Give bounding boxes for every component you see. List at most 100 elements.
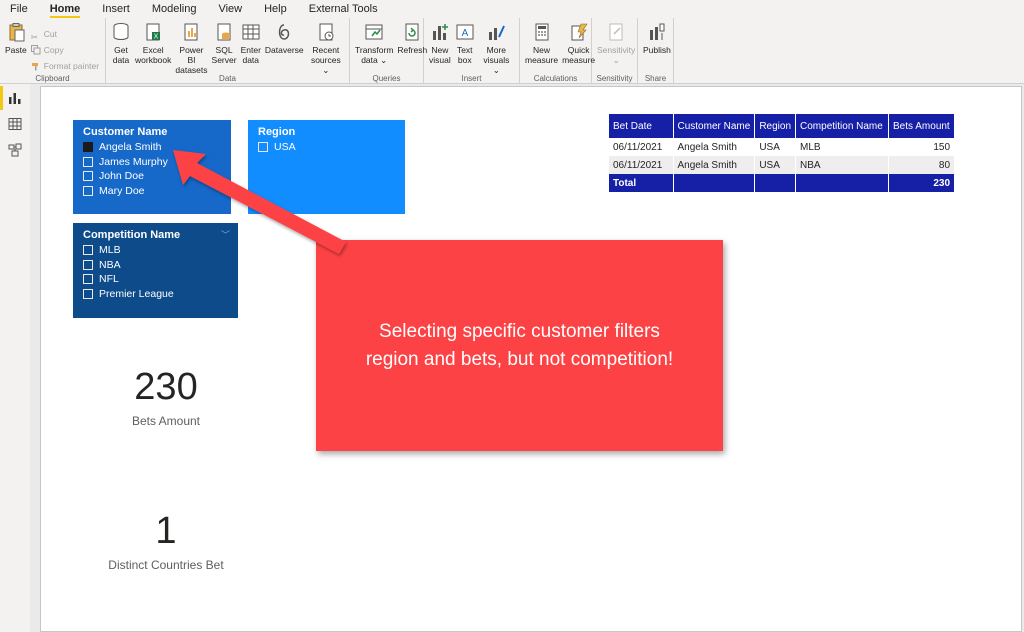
excel-label-2: workbook — [135, 55, 172, 65]
table-cell: NBA — [795, 156, 890, 174]
refresh-label: Refresh — [397, 45, 428, 55]
format-painter-button[interactable]: Format painter — [31, 58, 99, 74]
menu-external-tools[interactable]: External Tools — [309, 0, 378, 18]
column-header[interactable]: Bet Date — [609, 114, 674, 138]
data-view-button[interactable] — [0, 112, 30, 136]
calculator-icon — [535, 23, 549, 41]
column-header[interactable]: Competition Name — [795, 114, 890, 138]
enter-data-label-1: Enter — [240, 45, 261, 55]
view-rail — [0, 84, 30, 632]
menu-view[interactable]: View — [218, 0, 242, 18]
excel-label-1: Excel — [142, 45, 164, 55]
get-data-label-2: data — [112, 55, 130, 65]
checkbox[interactable] — [83, 156, 93, 167]
slicer-title: Competition Name — [83, 229, 181, 241]
model-view-button[interactable] — [0, 138, 30, 162]
slicer-item-premier-league[interactable]: Premier League — [83, 287, 228, 302]
model-view-icon — [8, 143, 22, 157]
more-visuals-label-2: visuals — [483, 55, 510, 65]
checkbox[interactable] — [83, 259, 93, 270]
customer-name-slicer[interactable]: Customer Name Angela Smith James Murphy … — [73, 120, 231, 214]
slicer-item-john-doe[interactable]: John Doe — [83, 169, 221, 184]
slicer-item-usa[interactable]: USA — [258, 140, 395, 155]
total-value: 230 — [888, 174, 956, 192]
slicer-item-james-murphy[interactable]: James Murphy — [83, 155, 221, 170]
bets-table[interactable]: Bet Date Customer Name Region Competitio… — [609, 114, 956, 192]
checkbox[interactable] — [83, 171, 93, 182]
sql-server-icon — [217, 23, 231, 41]
column-header[interactable]: Bets Amount — [888, 114, 956, 138]
region-slicer[interactable]: Region USA — [248, 120, 405, 214]
report-view-icon — [9, 93, 21, 104]
transform-label-2-wrap: data ⌄ — [361, 55, 387, 65]
competition-name-slicer[interactable]: Competition Name ﹀ MLB NBA NFL Premier L… — [73, 223, 238, 318]
calculations-group: New measure Quick measure Calculations — [520, 18, 596, 84]
clipboard-group-label: Clipboard — [35, 74, 70, 83]
slicer-item-label: NFL — [99, 273, 119, 286]
slicer-item-nba[interactable]: NBA — [83, 258, 228, 273]
quick-measure-label-1: Quick — [567, 45, 590, 55]
bets-amount-card-label: Bets Amount — [131, 414, 201, 428]
copy-button[interactable]: Copy — [30, 42, 99, 58]
new-visual-label-2: visual — [429, 55, 451, 65]
text-box-label-1: Text — [456, 45, 473, 55]
menu-help[interactable]: Help — [264, 0, 287, 18]
table-total-row: Total 230 — [609, 174, 956, 192]
checkbox[interactable] — [83, 245, 93, 256]
menu-modeling[interactable]: Modeling — [152, 0, 197, 18]
distinct-countries-card-value: 1 — [155, 510, 177, 552]
menu-home[interactable]: Home — [49, 0, 80, 18]
checkbox[interactable] — [258, 142, 268, 153]
format-painter-icon — [31, 63, 38, 71]
column-header[interactable]: Region — [754, 114, 797, 138]
checkbox[interactable] — [83, 274, 93, 285]
slicer-item-mlb[interactable]: MLB — [83, 243, 228, 258]
cut-label: Cut — [43, 29, 57, 39]
publish-label: Publish — [643, 45, 671, 55]
recent-label-2-wrap: sources ⌄ — [308, 55, 344, 75]
insert-group-label: Insert — [461, 74, 482, 83]
dataverse-label: Dataverse — [264, 45, 304, 55]
menu-insert[interactable]: Insert — [102, 0, 130, 18]
quick-measure-label-2: measure — [562, 55, 596, 65]
table-grid-icon — [242, 24, 260, 40]
format-painter-label: Format painter — [43, 61, 100, 71]
column-header[interactable]: Customer Name — [673, 114, 756, 138]
menu-file[interactable]: File — [10, 0, 28, 18]
sensitivity-group: Sensitivity ⌄ Sensitivity — [592, 18, 638, 84]
paste-icon — [9, 23, 25, 42]
slicer-title: Customer Name — [83, 126, 168, 138]
slicer-item-label: James Murphy — [99, 155, 168, 168]
chevron-down-icon: ⌄ — [612, 55, 620, 65]
table-cell — [795, 174, 890, 192]
table-cell: 06/11/2021 — [609, 138, 674, 156]
text-box-label-2: box — [457, 55, 472, 65]
cut-button[interactable]: ✂ Cut — [31, 26, 99, 42]
slicer-item-label: John Doe — [99, 170, 144, 183]
slicer-item-angela-smith[interactable]: Angela Smith — [83, 140, 221, 155]
report-view-button[interactable] — [0, 86, 30, 110]
annotation-callout: Selecting specific customer filters regi… — [316, 240, 723, 451]
excel-icon: X — [146, 23, 161, 41]
checkbox[interactable] — [83, 185, 93, 196]
share-group-label: Share — [644, 74, 667, 83]
slicer-item-label: USA — [274, 141, 296, 154]
sql-label-2: Server — [211, 55, 237, 65]
menu-bar: File Home Insert Modeling View Help Exte… — [0, 0, 1024, 18]
callout-text: Selecting specific customer filters regi… — [366, 318, 673, 374]
callout-line-2: region and bets, but not competition! — [365, 348, 674, 370]
slicer-item-label: MLB — [99, 244, 121, 257]
checkbox[interactable] — [83, 142, 93, 153]
bets-amount-card-value: 230 — [134, 366, 198, 408]
table-cell: 150 — [888, 138, 956, 156]
sensitivity-label: Sensitivity — [597, 45, 636, 55]
paste-label: Paste — [5, 45, 27, 55]
chevron-down-icon: ⌄ — [380, 55, 388, 65]
slicer-item-mary-doe[interactable]: Mary Doe — [83, 184, 221, 199]
svg-text:X: X — [154, 34, 159, 41]
calculations-group-label: Calculations — [533, 74, 578, 83]
slicer-item-label: Premier League — [99, 287, 174, 300]
checkbox[interactable] — [83, 288, 93, 299]
chevron-down-icon[interactable]: ﹀ — [221, 228, 230, 241]
slicer-item-nfl[interactable]: NFL — [83, 272, 228, 287]
